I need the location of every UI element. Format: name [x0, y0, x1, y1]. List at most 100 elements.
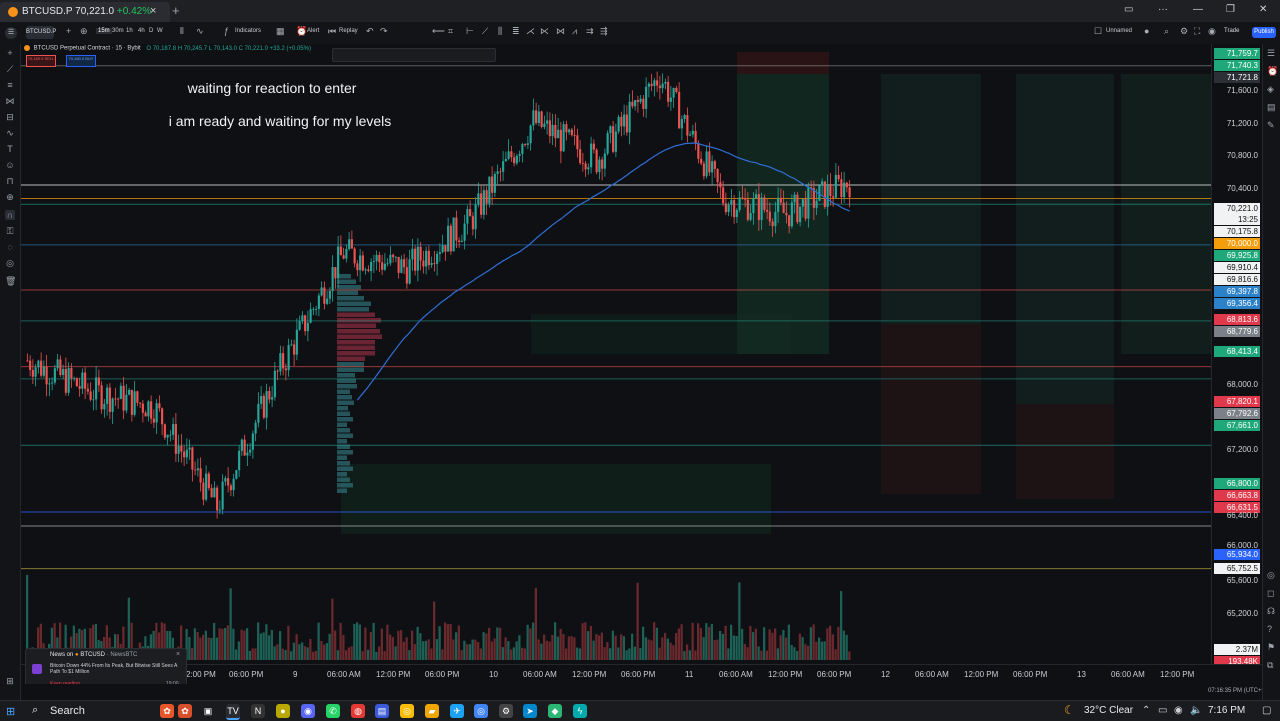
tray-app2-icon[interactable]: ◉: [1174, 705, 1183, 716]
hide-drawings-icon[interactable]: ◌: [5, 242, 15, 252]
search-icon[interactable]: ⌕: [1164, 26, 1169, 37]
interval-d[interactable]: D: [149, 28, 153, 34]
layout-icon[interactable]: ☐: [1094, 26, 1102, 37]
undo-icon[interactable]: ↶: [366, 26, 374, 37]
taskbar-search[interactable]: ⌕ Search: [24, 703, 144, 719]
fib-icon[interactable]: ≡: [5, 80, 15, 90]
alerts-icon[interactable]: ⏰: [1267, 66, 1278, 77]
zoom-icon[interactable]: ⊕: [5, 192, 15, 202]
news-body[interactable]: Bitcoin Down 44% From Its Peak, But Bitw…: [50, 663, 180, 675]
app-green-icon[interactable]: ◆: [548, 704, 562, 718]
crosshair-icon[interactable]: +: [5, 48, 15, 58]
measure-tool-icon[interactable]: ⋈: [556, 26, 565, 37]
window-close-icon[interactable]: ✕: [1259, 4, 1267, 15]
taskbar-widget2-icon[interactable]: ✿: [178, 704, 192, 718]
sell-button[interactable]: 70,189.9 SELL: [26, 55, 56, 67]
trade-button[interactable]: Trade: [1224, 28, 1239, 34]
alert-button[interactable]: Alert: [307, 28, 319, 34]
replay-icon[interactable]: ⏮: [328, 26, 336, 37]
media-icon[interactable]: ▭: [1124, 4, 1133, 15]
close-tab-icon[interactable]: ×: [150, 5, 156, 17]
pitchfork-tool-icon[interactable]: ⋌: [526, 26, 535, 37]
app-gear-icon[interactable]: ⚙: [499, 704, 513, 718]
app-blue-icon[interactable]: ▤: [375, 704, 389, 718]
tv-logo-icon[interactable]: ⊞: [5, 676, 15, 686]
ruler-tool-icon[interactable]: ⇉: [586, 26, 594, 37]
help-icon[interactable]: ?: [1267, 624, 1272, 634]
pattern-icon[interactable]: ⋈: [5, 96, 15, 106]
path-tool-icon[interactable]: ⋉: [540, 26, 549, 37]
more-icon[interactable]: ···: [1158, 4, 1168, 15]
new-tab-button[interactable]: +: [172, 3, 180, 18]
drawing-floating-toolbar[interactable]: [332, 48, 496, 62]
redo-icon[interactable]: ↷: [380, 26, 388, 37]
tray-app-icon[interactable]: ▭: [1158, 705, 1167, 716]
tradingview-app-icon[interactable]: TV: [226, 704, 240, 720]
windows-start-icon[interactable]: ⊞: [6, 705, 18, 718]
taskbar-widget-icon[interactable]: ✿: [160, 704, 174, 718]
app-notion-icon[interactable]: N: [251, 704, 265, 718]
price-axis[interactable]: 71,759.7 71,740.3 71,721.8 71,600.0 71,200.0…: [1211, 44, 1263, 667]
interval-w[interactable]: W: [157, 28, 163, 34]
pattern-tool-icon[interactable]: ⩘: [572, 26, 577, 37]
settings-icon[interactable]: ⚙: [1180, 26, 1188, 37]
watchlist-icon[interactable]: ☰: [1267, 48, 1275, 59]
line-style-icon[interactable]: ∿: [196, 26, 204, 37]
trash-icon[interactable]: 🗑: [5, 276, 16, 286]
fib-tool-icon[interactable]: ⫼: [498, 26, 502, 37]
minimize-icon[interactable]: —: [1193, 4, 1203, 15]
app-telegram-icon[interactable]: ➤: [523, 704, 537, 718]
text-icon[interactable]: T: [5, 144, 15, 154]
trendline-tool-icon[interactable]: ⟋: [482, 26, 488, 37]
rect-tool-icon[interactable]: ⌗: [448, 26, 453, 37]
price-chart[interactable]: [21, 44, 1211, 664]
user-avatar[interactable]: ☰: [5, 27, 17, 39]
projection-icon[interactable]: ⊟: [5, 112, 15, 122]
indicators-button[interactable]: Indicators: [235, 28, 261, 34]
browser-tab[interactable]: BTCUSD.P 70,221.0 +0.42% ×: [0, 2, 170, 22]
chart-canvas[interactable]: [21, 44, 1211, 664]
brush-icon[interactable]: ∿: [5, 128, 15, 138]
interval-15m[interactable]: 15m: [96, 28, 112, 34]
symbol-search-button[interactable]: BTCUSD.P: [26, 26, 56, 39]
hline-tool-icon[interactable]: ⊢: [466, 26, 474, 37]
app-yellow-icon[interactable]: ●: [276, 704, 290, 718]
add-symbol-icon[interactable]: +: [66, 26, 71, 36]
templates-icon[interactable]: ▦: [276, 26, 285, 37]
interval-1h[interactable]: 1h: [126, 28, 133, 34]
alert-icon[interactable]: ⏰: [296, 26, 307, 37]
app-red-icon[interactable]: ◍: [351, 704, 365, 718]
volume-icon[interactable]: 🔈: [1190, 705, 1202, 716]
watch-icon[interactable]: ◎: [5, 258, 15, 268]
interval-4h[interactable]: 4h: [138, 28, 145, 34]
trendline-icon[interactable]: ⟋: [5, 64, 15, 74]
drawing-tool-icon[interactable]: ⟵: [432, 26, 445, 37]
position-tool-icon[interactable]: ⇶: [600, 26, 608, 37]
candle-style-icon[interactable]: ⫴: [180, 26, 184, 37]
chart-clock[interactable]: 07:16:35 PM (UTC+5): [1208, 688, 1267, 694]
app-folder-icon[interactable]: ▰: [425, 704, 439, 718]
replay-button[interactable]: Replay: [339, 28, 358, 34]
indicators-icon[interactable]: ƒ: [224, 26, 229, 36]
weather-moon-icon[interactable]: ☾: [1064, 703, 1075, 717]
task-view-icon[interactable]: ▣: [201, 704, 215, 718]
close-icon[interactable]: ×: [176, 651, 180, 658]
calendar-icon[interactable]: ▤: [1267, 102, 1276, 113]
buy-button[interactable]: 70,160.0 BUY: [66, 55, 96, 67]
pine-icon[interactable]: ⚑: [1267, 642, 1275, 653]
icons-icon[interactable]: ☺: [5, 160, 15, 170]
ideas-icon[interactable]: ✎: [1267, 120, 1275, 131]
ideas-stream-icon[interactable]: ⧉: [1267, 660, 1273, 671]
layout-sync-icon[interactable]: ●: [1144, 26, 1149, 36]
weather-text[interactable]: 32°C Clear: [1084, 705, 1133, 716]
channel-tool-icon[interactable]: ≣: [512, 26, 520, 37]
taskbar-time[interactable]: 7:16 PM: [1208, 705, 1245, 716]
magnet-icon[interactable]: ∩: [5, 210, 15, 220]
chat-icon[interactable]: ◻: [1267, 588, 1274, 599]
app-teal-icon[interactable]: ϟ: [573, 704, 587, 718]
ruler-icon[interactable]: ⊓: [5, 176, 15, 186]
time-axis[interactable]: 2:00 PM 06:00 PM 9 06:00 AM 12:00 PM 06:00 PM…: [21, 664, 1262, 685]
restore-icon[interactable]: ❐: [1226, 4, 1235, 15]
notifications-icon[interactable]: ☊: [1267, 606, 1275, 617]
app-bird-icon[interactable]: ✈: [450, 704, 464, 718]
